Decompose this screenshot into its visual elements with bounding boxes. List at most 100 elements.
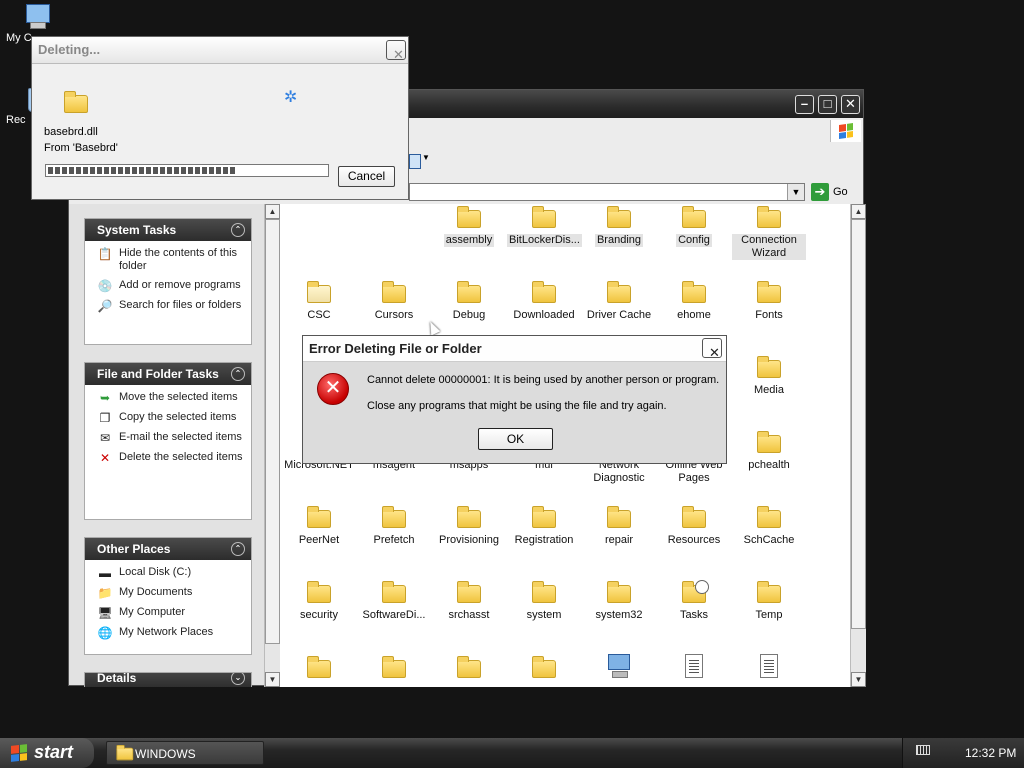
dropdown-arrow-icon: ▼: [422, 153, 430, 162]
computer-item[interactable]: [582, 654, 656, 682]
system-tray: 12:32 PM: [902, 738, 1024, 768]
folder-item[interactable]: PeerNet: [282, 506, 356, 547]
scroll-down-button[interactable]: ▼: [851, 672, 866, 687]
scroll-thumb[interactable]: [851, 219, 866, 629]
collapse-chevron-icon[interactable]: ⌃: [231, 223, 245, 237]
scroll-thumb[interactable]: [265, 219, 280, 644]
folder-item[interactable]: system: [507, 581, 581, 622]
folder-item[interactable]: Media: [732, 356, 806, 397]
panel-header[interactable]: Details ⌄: [85, 673, 251, 687]
folder-item[interactable]: Connection Wizard: [732, 206, 806, 260]
folder-item[interactable]: Registration: [507, 506, 581, 547]
close-icon: ✕: [393, 47, 404, 62]
start-button[interactable]: start: [0, 738, 94, 768]
place-my-computer[interactable]: 🖥 My Computer: [97, 606, 245, 620]
folder-item[interactable]: Temp: [732, 581, 806, 622]
panel-title: System Tasks: [97, 223, 177, 237]
scroll-down-button[interactable]: ▼: [265, 672, 280, 687]
task-search[interactable]: 🔎 Search for files or folders: [97, 299, 245, 313]
folder-item[interactable]: assembly: [432, 206, 506, 247]
folder-item[interactable]: [357, 656, 431, 684]
folder-item[interactable]: SoftwareDi...: [357, 581, 431, 622]
folder-item[interactable]: system32: [582, 581, 656, 622]
scroll-up-button[interactable]: ▲: [265, 204, 280, 219]
collapse-chevron-icon[interactable]: ⌃: [231, 367, 245, 381]
keyboard-icon[interactable]: [916, 745, 930, 755]
address-dropdown-button[interactable]: ▼: [787, 184, 804, 200]
folder-item[interactable]: security: [282, 581, 356, 622]
deleting-titlebar[interactable]: Deleting... ✕: [32, 37, 408, 64]
cancel-button[interactable]: Cancel: [338, 166, 395, 187]
folder-label: Media: [754, 384, 784, 396]
folder-icon: [682, 506, 706, 528]
folder-item[interactable]: Provisioning: [432, 506, 506, 547]
panel-header[interactable]: Other Places ⌃: [85, 538, 251, 560]
views-button[interactable]: ▼: [409, 152, 430, 170]
folder-item[interactable]: srchasst: [432, 581, 506, 622]
collapse-chevron-icon[interactable]: ⌄: [231, 673, 245, 685]
folder-item[interactable]: Cursors: [357, 281, 431, 322]
folder-label: security: [300, 609, 338, 621]
place-local-disk[interactable]: ▬ Local Disk (C:): [97, 566, 245, 580]
folder-item[interactable]: SchCache: [732, 506, 806, 547]
file-item[interactable]: [732, 654, 806, 682]
file-item[interactable]: [657, 654, 731, 682]
folder-icon: [382, 656, 406, 678]
folder-item[interactable]: Branding: [582, 206, 656, 247]
go-button[interactable]: ➔ Go: [811, 182, 848, 202]
close-icon: ✕: [845, 96, 856, 111]
task-add-remove-programs[interactable]: 💿 Add or remove programs: [97, 279, 245, 293]
folder-view-scrollbar[interactable]: ▲ ▼: [850, 204, 866, 687]
folder-item[interactable]: [282, 656, 356, 684]
folder-item[interactable]: pchealth: [732, 431, 806, 472]
go-arrow-icon: ➔: [811, 183, 829, 201]
task-hide-contents[interactable]: 📋 Hide the contents of this folder: [97, 247, 245, 273]
task-move[interactable]: ➥ Move the selected items: [97, 391, 245, 405]
panel-details: Details ⌄: [84, 672, 252, 687]
folder-item[interactable]: BitLockerDis...: [507, 206, 582, 247]
clock[interactable]: 12:32 PM: [965, 746, 1016, 760]
panel-header[interactable]: File and Folder Tasks ⌃: [85, 363, 251, 385]
maximize-button[interactable]: □: [818, 95, 837, 114]
folder-item[interactable]: [507, 656, 581, 684]
taskbar-window-button[interactable]: WINDOWS: [106, 741, 264, 765]
folder-label: Config: [676, 234, 712, 247]
folder-icon: [757, 206, 781, 228]
scroll-up-button[interactable]: ▲: [851, 204, 866, 219]
folder-item[interactable]: ehome: [657, 281, 731, 322]
dialog-title: Error Deleting File or Folder: [309, 341, 482, 356]
task-email[interactable]: ✉ E-mail the selected items: [97, 431, 245, 445]
folder-item[interactable]: repair: [582, 506, 656, 547]
folder-item[interactable]: Config: [657, 206, 731, 247]
folder-item[interactable]: Debug: [432, 281, 506, 322]
address-input[interactable]: ▼: [409, 183, 805, 201]
folder-item[interactable]: Fonts: [732, 281, 806, 322]
error-close-button[interactable]: ✕: [702, 338, 722, 360]
close-button[interactable]: ✕: [841, 95, 860, 114]
folder-item[interactable]: Driver Cache: [582, 281, 656, 322]
folder-item[interactable]: CSC: [282, 281, 356, 322]
folder-item[interactable]: Tasks: [657, 580, 731, 622]
my-computer-icon: [22, 2, 50, 30]
minimize-button[interactable]: –: [795, 95, 814, 114]
folder-item[interactable]: [432, 656, 506, 684]
error-titlebar[interactable]: Error Deleting File or Folder ✕: [303, 336, 726, 362]
email-icon: ✉: [99, 431, 111, 445]
folder-icon: [607, 206, 631, 228]
folder-label: BitLockerDis...: [507, 234, 582, 247]
folder-item[interactable]: Prefetch: [357, 506, 431, 547]
folder-item[interactable]: Downloaded: [507, 281, 581, 322]
panel-header[interactable]: System Tasks ⌃: [85, 219, 251, 241]
collapse-chevron-icon[interactable]: ⌃: [231, 542, 245, 556]
ok-button[interactable]: OK: [478, 428, 553, 450]
task-delete[interactable]: ✕ Delete the selected items: [97, 451, 245, 465]
folder-label: system32: [595, 609, 643, 621]
place-my-documents[interactable]: 📁 My Documents: [97, 586, 245, 600]
task-pane-scrollbar[interactable]: ▲ ▼: [264, 204, 281, 687]
panel-other-places: Other Places ⌃ ▬ Local Disk (C:) 📁 My Docum…: [84, 537, 252, 655]
deleting-close-button[interactable]: ✕: [386, 40, 406, 62]
task-copy[interactable]: ❐ Copy the selected items: [97, 411, 245, 425]
place-my-network[interactable]: 🌐 My Network Places: [97, 626, 245, 640]
error-hint: Close any programs that might be using t…: [367, 400, 667, 412]
folder-item[interactable]: Resources: [657, 506, 731, 547]
